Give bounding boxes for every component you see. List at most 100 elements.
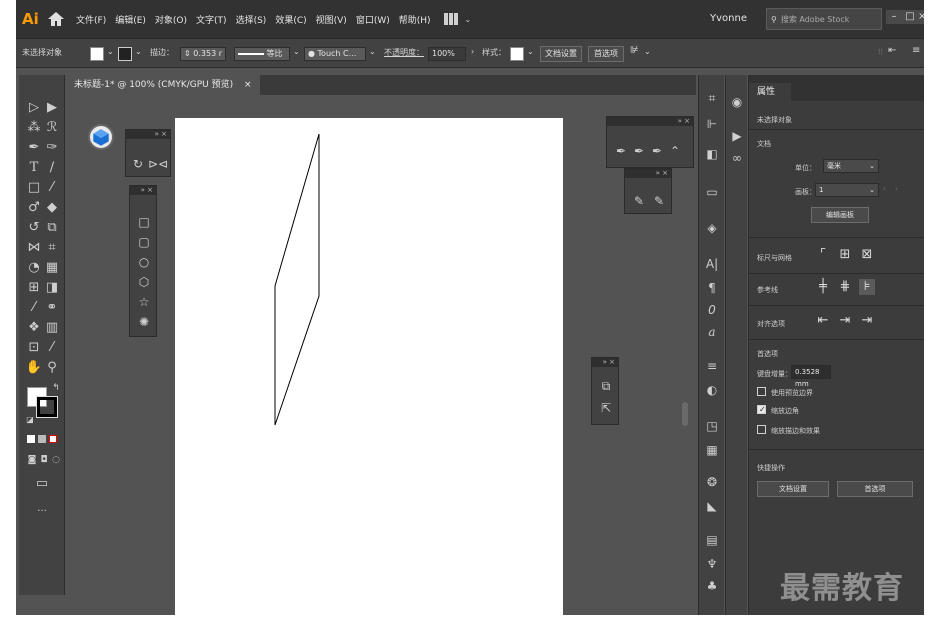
libraries-icon[interactable]: ♆ [703, 555, 721, 573]
curvature-tool-icon[interactable]: ✑ [43, 139, 61, 157]
brushes-icon[interactable]: ◣ [703, 497, 721, 515]
chevron-down-icon[interactable]: ⌄ [293, 47, 300, 56]
mesh-tool-icon[interactable]: ⊞ [25, 279, 43, 297]
chevron-right-icon[interactable]: › [471, 47, 474, 56]
maximize-button[interactable]: □ [902, 10, 918, 24]
reflect-icon[interactable]: ⊳⊲ [148, 154, 168, 174]
color-icon[interactable]: ♣ [703, 577, 721, 595]
ruler-icon[interactable]: ⌜ [815, 247, 831, 263]
artboard[interactable] [175, 118, 563, 615]
minimize-button[interactable]: – [886, 10, 902, 24]
color-mode-icon[interactable] [27, 435, 35, 443]
pen-icon[interactable]: ✒ [611, 141, 631, 161]
quick-preferences-button[interactable]: 首选项 [837, 481, 913, 497]
column-graph-tool-icon[interactable]: ▥ [43, 319, 61, 337]
rotate-icon[interactable]: ↻ [128, 154, 148, 174]
scale-strokes-checkbox[interactable] [757, 425, 766, 434]
panel-header[interactable]: » × [607, 117, 693, 126]
pathfinder-icon[interactable]: ◧ [703, 145, 721, 163]
smooth-icon[interactable]: ✎ [649, 191, 669, 211]
blend-tool-icon[interactable]: ⚭ [43, 299, 61, 317]
preferences-button[interactable]: 首选项 [588, 46, 624, 62]
shaper-tool-icon[interactable]: ♂ [25, 199, 43, 217]
stock-search-input[interactable]: ⚲ 搜索 Adobe Stock [766, 8, 882, 30]
edit-toolbar-icon[interactable]: ··· [33, 503, 51, 521]
chevron-down-icon[interactable]: ⌄ [644, 47, 651, 56]
properties-tab[interactable]: 属性 [749, 83, 791, 101]
user-name[interactable]: Yvonne [710, 13, 747, 24]
perspective-grid-tool-icon[interactable]: ▦ [43, 259, 61, 277]
hand-tool-icon[interactable]: ✋ [25, 359, 43, 377]
swatches-icon[interactable]: ▤ [703, 531, 721, 549]
line-tool-icon[interactable]: ∕ [43, 159, 61, 177]
paintbrush-tool-icon[interactable]: ⁄ [43, 179, 61, 197]
workspace-layout-icon[interactable] [443, 13, 462, 25]
transparency-grid-icon[interactable]: ⊠ [859, 247, 875, 263]
chevron-down-icon[interactable]: ⌄ [135, 47, 142, 56]
slice-tool-icon[interactable]: ⁄ [43, 339, 61, 357]
screen-mode-icon[interactable]: ▭ [33, 475, 51, 493]
symbol-sprayer-tool-icon[interactable]: ❖ [25, 319, 43, 337]
previous-artboard-icon[interactable]: ‹ [883, 185, 886, 193]
color-panel-icon[interactable]: ◉ [728, 93, 746, 111]
lock-guides-icon[interactable]: ⋕ [837, 279, 853, 295]
eraser-tool-icon[interactable]: ◆ [43, 199, 61, 217]
lasso-tool-icon[interactable]: ℛ [43, 119, 61, 137]
align-icon[interactable]: ⇤ [888, 45, 896, 56]
character-icon[interactable]: A| [703, 255, 721, 273]
flare-icon[interactable]: ✺ [134, 312, 154, 332]
chevron-down-icon[interactable]: ⌄ [527, 47, 534, 56]
opacity-label[interactable]: 不透明度： [384, 47, 424, 58]
menu-icon[interactable]: ≡ [912, 45, 920, 56]
transform-icon[interactable]: ⌗ [703, 89, 721, 107]
parallelogram-shape[interactable] [175, 118, 563, 615]
opentype-icon[interactable]: 0 [703, 301, 721, 319]
menu-object[interactable]: 对象(O) [155, 13, 187, 26]
stroke-swatch[interactable] [118, 47, 132, 61]
menu-window[interactable]: 窗口(W) [356, 13, 390, 26]
stroke-icon[interactable]: ≡ [703, 357, 721, 375]
panel-header[interactable]: » × [130, 186, 156, 195]
panel-header[interactable]: » × [592, 358, 618, 367]
menu-effect[interactable]: 效果(C) [275, 13, 306, 26]
more-icon[interactable]: ⁞⁞ [878, 47, 883, 56]
align-center-icon[interactable]: ⇥ [837, 313, 853, 329]
ellipse-icon[interactable]: ○ [134, 252, 154, 272]
default-colors-icon[interactable]: ◪ [21, 411, 39, 429]
rectangle-tool-icon[interactable]: □ [25, 179, 43, 197]
guides-icon[interactable]: ╪ [815, 279, 831, 295]
grid-icon[interactable]: ⊞ [837, 247, 853, 263]
panel-header[interactable]: » × [126, 130, 170, 139]
menu-edit[interactable]: 编辑(E) [115, 13, 146, 26]
panel-header[interactable]: » × [625, 169, 671, 178]
menu-select[interactable]: 选择(S) [236, 13, 267, 26]
next-artboard-icon[interactable]: › [895, 185, 898, 193]
shape-builder-tool-icon[interactable]: ◔ [25, 259, 43, 277]
rectangle-icon[interactable]: □ [134, 212, 154, 232]
links-icon[interactable]: ∞ [728, 149, 746, 167]
color-guide-icon[interactable]: ▭ [703, 183, 721, 201]
symbols-icon[interactable]: ❂ [703, 473, 721, 491]
pencil-icon[interactable]: ✎ [629, 191, 649, 211]
transparency-icon[interactable]: ◐ [703, 381, 721, 399]
quick-document-setup-button[interactable]: 文档设置 [757, 481, 829, 497]
brush-dropdown[interactable]: ● Touch C... [304, 47, 366, 61]
chevron-down-icon[interactable]: ⌄ [465, 15, 472, 24]
variable-width-dropdown[interactable]: 等比 [234, 47, 290, 61]
stroke-weight-input[interactable]: ⇕ 0.353 r [180, 47, 226, 61]
menu-type[interactable]: 文字(T) [196, 13, 227, 26]
add-anchor-icon[interactable]: ✒ [629, 141, 649, 161]
close-button[interactable]: × [918, 10, 924, 24]
delete-anchor-icon[interactable]: ✒ [647, 141, 667, 161]
artboard-dropdown[interactable]: 1 ⌄ [815, 183, 879, 197]
arrange-icon[interactable]: ⊯ [630, 45, 639, 56]
document-tab[interactable]: 未标题-1* @ 100% (CMYK/GPU 预览) × [66, 75, 260, 95]
paragraph-icon[interactable]: ¶ [703, 279, 721, 297]
pen-tool-icon[interactable]: ✒ [25, 139, 43, 157]
width-tool-icon[interactable]: ⋈ [25, 239, 43, 257]
type-tool-icon[interactable]: T [25, 159, 43, 177]
document-setup-button[interactable]: 文档设置 [540, 46, 582, 62]
graphic-style-swatch[interactable] [510, 47, 524, 61]
magic-wand-tool-icon[interactable]: ⁂ [25, 119, 43, 137]
opacity-input[interactable]: 100% [428, 47, 466, 61]
